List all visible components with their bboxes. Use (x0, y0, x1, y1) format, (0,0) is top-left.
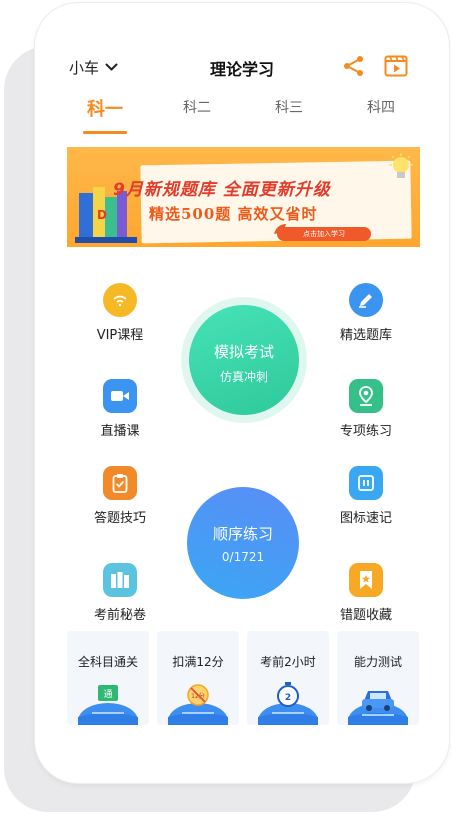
card-badge-text: 2 (285, 693, 291, 703)
card-label: 能力测试 (353, 655, 402, 669)
menu-label: 直播课 (100, 424, 140, 439)
menu-answer-tips[interactable]: 答题技巧 (75, 466, 165, 526)
tab-subject-2[interactable]: 科二 (167, 97, 227, 117)
tab-subject-4[interactable]: 科四 (351, 97, 411, 117)
tab-subject-1[interactable]: 科一 (75, 95, 135, 121)
banner-subline: 精选500题 高效又省时 (149, 205, 318, 223)
card-label: 扣满12分 (172, 655, 224, 669)
card-all-subjects[interactable]: 全科目通关 通 (67, 631, 149, 725)
tab-subject-3[interactable]: 科三 (259, 97, 319, 117)
menu-label: 图标速记 (339, 511, 392, 526)
card-label: 全科目通关 (77, 655, 138, 669)
card-deduct-12[interactable]: 扣满12分 12分 (157, 631, 239, 725)
menu-vip-course[interactable]: VIP课程 (75, 283, 165, 343)
card-badge-text: 通 (103, 689, 112, 700)
menu-sign-memo[interactable]: 图标速记 (321, 466, 411, 526)
banner-headline: 9月新规题库 全面更新升级 (113, 180, 331, 200)
menu-live-class[interactable]: 直播课 (75, 379, 165, 439)
video-camera-icon (103, 379, 137, 413)
mock-exam-title: 模拟考试 (213, 343, 274, 361)
card-ability-test[interactable]: 能力测试 (337, 631, 419, 725)
top-bar: 小车 理论学习 (35, 47, 449, 87)
join-study-button[interactable]: 点击加入学习 (277, 227, 371, 241)
car-icon (348, 691, 408, 725)
phone-screen: 小车 理论学习 科一 科二 科三 科四 D 9月新规题库 全面更新升级 精选50… (34, 2, 450, 784)
mock-exam-button[interactable]: 模拟考试 仿真冲刺 (189, 305, 299, 415)
sequential-progress: 0/1721 (221, 550, 265, 564)
menu-label: VIP课程 (96, 328, 144, 343)
menu-label: 考前秘卷 (93, 608, 146, 623)
books-icon (103, 563, 137, 597)
no-points-icon: 12分 (168, 684, 228, 725)
stopwatch-icon: 2 (258, 682, 318, 725)
wifi-icon (103, 283, 137, 317)
clipboard-icon (103, 466, 137, 500)
book-letter: D (97, 208, 107, 222)
menu-label: 专项练习 (339, 424, 392, 439)
pencil-icon (349, 283, 383, 317)
sequential-practice-button[interactable]: 顺序练习 0/1721 (187, 487, 299, 599)
pass-badge-icon: 通 (78, 685, 138, 725)
mock-exam-subtitle: 仿真冲刺 (219, 370, 268, 384)
sequential-practice-title: 顺序练习 (212, 525, 273, 543)
menu-label: 精选题库 (339, 328, 392, 343)
bookmark-icon (349, 563, 383, 597)
menu-selected-questions[interactable]: 精选题库 (321, 283, 411, 343)
menu-special-practice[interactable]: 专项练习 (321, 379, 411, 439)
location-pin-icon (349, 379, 383, 413)
menu-wrong-collection[interactable]: 错题收藏 (321, 563, 411, 623)
video-icon[interactable] (384, 55, 408, 77)
share-icon[interactable] (343, 55, 365, 77)
menu-exam-secrets[interactable]: 考前秘卷 (75, 563, 165, 623)
menu-label: 答题技巧 (93, 511, 146, 526)
card-two-hours[interactable]: 考前2小时 2 (247, 631, 329, 725)
menu-label: 错题收藏 (339, 608, 392, 623)
subject-tabs: 科一 科二 科三 科四 (35, 97, 449, 137)
active-tab-indicator (83, 131, 127, 134)
card-label: 考前2小时 (260, 655, 316, 669)
lightbulb-icon (389, 153, 413, 178)
sign-card-icon (349, 466, 383, 500)
promo-banner[interactable]: D 9月新规题库 全面更新升级 精选500题 高效又省时 点击加入学习 (67, 147, 420, 247)
